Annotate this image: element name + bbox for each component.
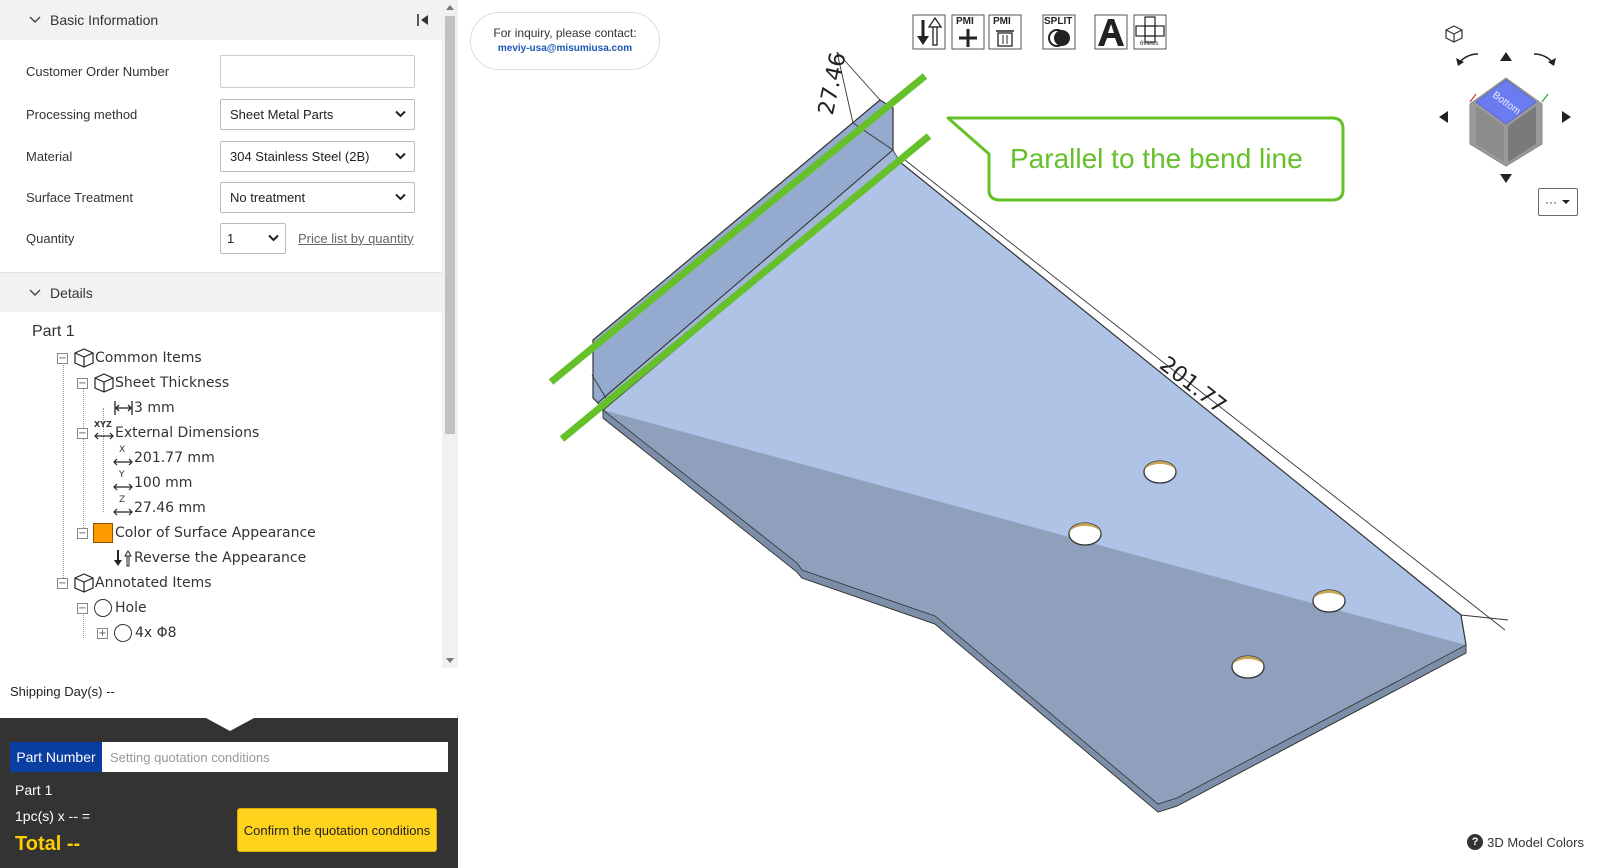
- navigation-cube[interactable]: Bottom: [1430, 44, 1580, 194]
- model-colors-label: 3D Model Colors: [1487, 834, 1584, 850]
- text-annotation-button[interactable]: [1094, 14, 1128, 50]
- inquiry-email-link[interactable]: meviy-usa@misumiusa.com: [471, 43, 659, 54]
- pmi-add-label: PMI: [956, 16, 974, 27]
- pmi-delete-button[interactable]: PMI: [988, 14, 1022, 50]
- inquiry-box: For inquiry, please contact: meviy-usa@m…: [470, 12, 660, 70]
- home-view-cube-icon[interactable]: [1444, 24, 1464, 44]
- callout-text: Parallel to the bend line: [1010, 143, 1303, 174]
- nav-cube-graphic: Bottom: [1439, 52, 1571, 183]
- flip-arrows-button[interactable]: [912, 14, 946, 50]
- help-icon: ?: [1467, 834, 1484, 850]
- rotate-down-arrow[interactable]: [1500, 174, 1512, 183]
- caret-down-icon: [1562, 200, 1570, 204]
- part-model[interactable]: [0, 0, 1600, 868]
- six-views-label: 6views: [1140, 41, 1159, 47]
- more-options-label: ···: [1545, 195, 1557, 209]
- model-colors-help[interactable]: ? 3D Model Colors: [1467, 834, 1584, 850]
- six-views-button[interactable]: 6views: [1133, 14, 1167, 50]
- inquiry-text: For inquiry, please contact:: [493, 26, 637, 40]
- split-button[interactable]: SPLIT: [1042, 14, 1076, 50]
- app-root: Basic Information Customer Order Number …: [0, 0, 1600, 868]
- split-label: SPLIT: [1044, 16, 1073, 27]
- more-options-button[interactable]: ···: [1538, 188, 1578, 216]
- pmi-delete-label: PMI: [993, 16, 1011, 27]
- rotate-left-arrow[interactable]: [1439, 111, 1448, 123]
- rotate-right-arrow[interactable]: [1562, 111, 1571, 123]
- pmi-add-button[interactable]: PMI: [951, 14, 985, 50]
- rotate-up-arrow[interactable]: [1500, 52, 1512, 61]
